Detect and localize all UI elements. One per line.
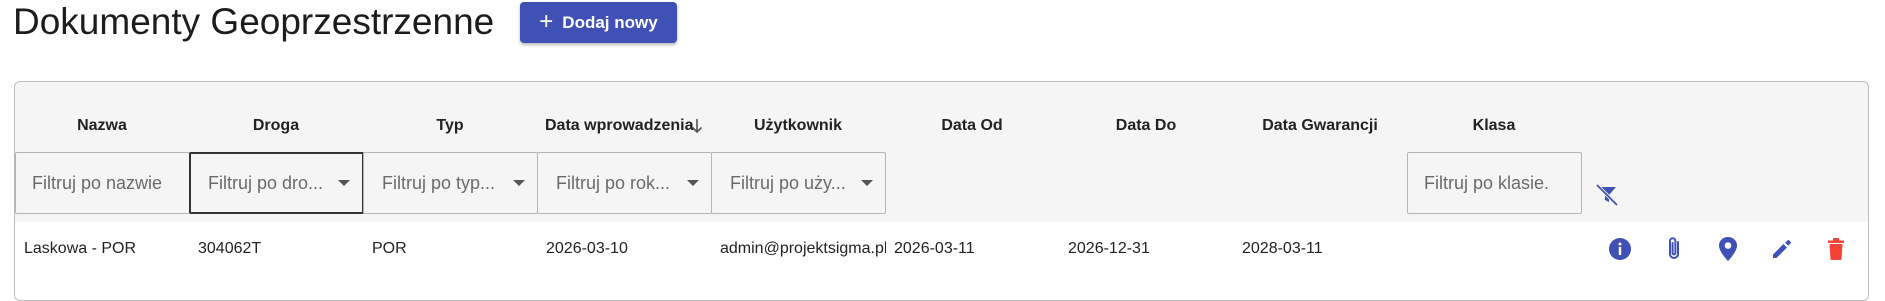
add-new-button[interactable]: + Dodaj nowy	[520, 2, 677, 43]
documents-table: Nazwa Droga Typ Data wprowadzenia Użytko…	[14, 81, 1869, 301]
plus-icon: +	[539, 7, 554, 35]
cell-data-od: 2026-03-11	[894, 240, 975, 257]
chevron-down-icon	[338, 180, 350, 186]
column-header-uzytkownik[interactable]: Użytkownik	[711, 116, 885, 136]
filter-data-wprowadzenia-select[interactable]: Filtruj po rok...	[537, 152, 712, 214]
filter-uzytkownik-placeholder: Filtruj po uży...	[730, 172, 846, 193]
cell-uzytkownik: admin@projektsigma.pl	[720, 240, 886, 257]
filter-typ-placeholder: Filtruj po typ...	[382, 172, 496, 193]
column-header-data-gwarancji[interactable]: Data Gwarancji	[1233, 116, 1407, 136]
filter-off-icon[interactable]	[1595, 182, 1619, 206]
column-header-data-do[interactable]: Data Do	[1059, 116, 1233, 136]
table-row[interactable]: Laskowa - POR 304062T POR 2026-03-10 adm…	[15, 222, 1868, 300]
chevron-down-icon	[687, 180, 699, 186]
column-header-droga[interactable]: Droga	[189, 116, 363, 136]
cell-typ: POR	[372, 240, 407, 257]
column-header-klasa[interactable]: Klasa	[1407, 116, 1581, 136]
filter-nazwa-input[interactable]	[15, 152, 190, 214]
cell-data-wprowadzenia: 2026-03-10	[546, 240, 628, 257]
pencil-icon[interactable]	[1767, 234, 1797, 264]
trash-icon[interactable]	[1821, 234, 1851, 264]
page-title: Dokumenty Geoprzestrzenne	[13, 1, 495, 42]
column-header-data-od[interactable]: Data Od	[885, 116, 1059, 136]
cell-nazwa: Laskowa - POR	[24, 240, 137, 257]
map-pin-icon[interactable]	[1713, 234, 1743, 264]
filter-data-wprowadzenia-placeholder: Filtruj po rok...	[556, 172, 671, 193]
filter-klasa-input[interactable]	[1407, 152, 1582, 214]
chevron-down-icon	[861, 180, 873, 186]
column-header-typ[interactable]: Typ	[363, 116, 537, 136]
column-header-data-wprowadzenia[interactable]: Data wprowadzenia	[545, 116, 699, 136]
filter-typ-select[interactable]: Filtruj po typ...	[363, 152, 538, 214]
add-new-label: Dodaj nowy	[562, 12, 658, 32]
chevron-down-icon	[513, 180, 525, 186]
cell-droga: 304062T	[198, 240, 262, 257]
filter-droga-select[interactable]: Filtruj po dro...	[189, 152, 364, 214]
paperclip-icon[interactable]	[1659, 234, 1689, 264]
info-icon[interactable]	[1605, 234, 1635, 264]
filter-uzytkownik-select[interactable]: Filtruj po uży...	[711, 152, 886, 214]
cell-data-gwarancji: 2028-03-11	[1242, 240, 1323, 257]
cell-data-do: 2026-12-31	[1068, 240, 1150, 257]
column-header-nazwa[interactable]: Nazwa	[15, 116, 189, 136]
sort-desc-icon[interactable]	[691, 118, 703, 134]
filter-droga-placeholder: Filtruj po dro...	[208, 172, 324, 193]
